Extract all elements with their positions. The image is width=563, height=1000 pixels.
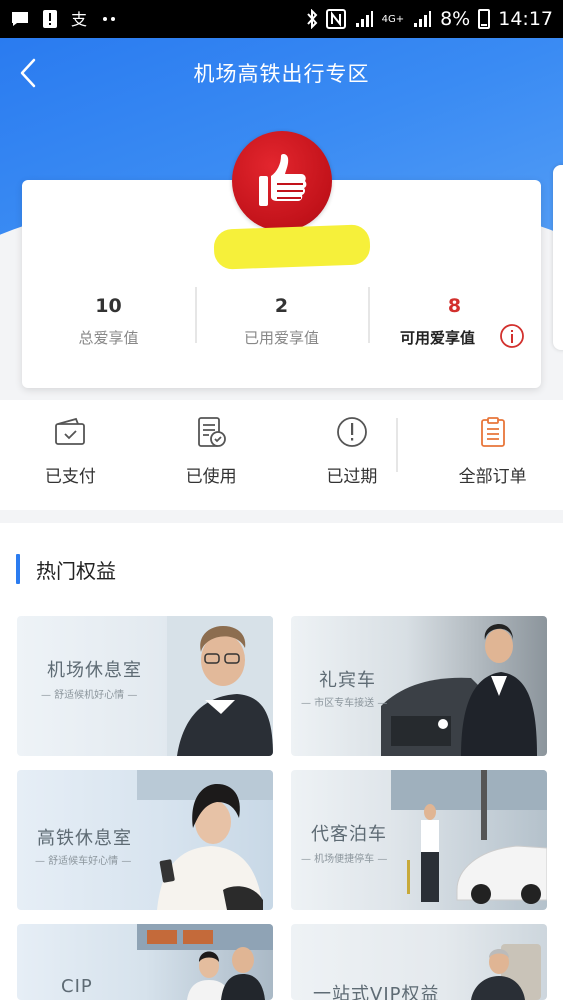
dots-icon: [103, 17, 115, 21]
battery-percent: 8%: [440, 8, 471, 30]
stat-used-label: 已用爱享值: [243, 329, 319, 347]
tile-cip-title: CIP: [61, 976, 93, 997]
tile-vip-package[interactable]: 一站式VIP权益: [291, 924, 547, 1000]
stat-used-value: 2: [274, 295, 289, 317]
businesswoman-photo: [137, 770, 273, 910]
order-all-label: 全部订单: [458, 467, 527, 487]
tile-airport-lounge-title: 机场休息室: [47, 660, 142, 681]
tile-valet-parking-subtitle: — 机场便捷停车 —: [301, 854, 388, 865]
tile-rail-lounge-subtitle: — 舒适候车好心情 —: [35, 856, 132, 867]
tile-airport-lounge-subtitle: — 舒适候机好心情 —: [41, 690, 138, 701]
tile-airport-lounge[interactable]: 机场休息室 — 舒适候机好心情 —: [17, 616, 273, 756]
vip-traveler-photo: [471, 944, 541, 1000]
clock: 14:17: [498, 8, 553, 30]
order-all[interactable]: 全部订单: [422, 400, 563, 510]
svg-text:支: 支: [71, 10, 87, 29]
order-paid[interactable]: 已支付: [0, 400, 141, 510]
stat-available-value: 8: [447, 295, 462, 317]
stat-total-value: 10: [95, 295, 122, 317]
tile-limousine-title: 礼宾车: [319, 670, 376, 691]
order-shortcuts: 已支付 已使用 已过期 全部订单: [0, 400, 563, 510]
clipboard-list-icon: [480, 417, 505, 447]
nfc-icon: [325, 9, 346, 29]
tile-rail-lounge[interactable]: 高铁休息室 — 舒适候车好心情 —: [17, 770, 273, 910]
section-accent-bar: [16, 554, 20, 584]
tile-rail-lounge-title: 高铁休息室: [37, 828, 132, 849]
order-expired[interactable]: 已过期: [282, 400, 423, 510]
tile-valet-parking-title: 代客泊车: [311, 824, 387, 845]
tile-limousine-subtitle: — 市区专车接送 —: [301, 698, 388, 709]
section-header: 热门权益: [16, 553, 116, 585]
document-check-icon: [198, 417, 227, 447]
wallet-check-icon: [55, 417, 86, 445]
stat-total-label: 总爱享值: [78, 329, 139, 347]
order-paid-label: 已支付: [44, 467, 96, 487]
cip-staff-photo: [137, 924, 273, 1000]
points-stats: 10 总爱享值 2 已用爱享值 8 可用爱享值: [22, 287, 541, 355]
businessman-photo: [167, 616, 273, 756]
avatar[interactable]: [232, 131, 332, 231]
chauffeur-photo: [381, 624, 537, 756]
bluetooth-icon: [306, 9, 317, 29]
network-type: 4G+: [381, 13, 405, 25]
order-expired-label: 已过期: [326, 467, 378, 487]
stat-available-label: 可用爱享值: [399, 329, 475, 347]
signal-icon: [355, 11, 373, 27]
exclamation-circle-icon: [336, 417, 367, 447]
valet-photo: [391, 770, 547, 904]
battery-icon: [478, 9, 491, 29]
stat-available[interactable]: 8 可用爱享值: [368, 287, 541, 355]
signal-icon: [414, 11, 432, 27]
side-panel-edge: [553, 165, 563, 350]
divider: [396, 418, 398, 472]
status-bar: 支 4G+ 8% 14:17: [0, 0, 563, 38]
order-used-label: 已使用: [185, 467, 237, 487]
alipay-icon: 支: [71, 10, 87, 29]
tile-vip-package-title: 一站式VIP权益: [313, 984, 440, 1000]
hot-benefits-section: 热门权益 机场休息室 — 舒适候机好心情 — 礼宾车 — 市区专车接送 — 高铁…: [0, 523, 563, 1000]
thumbs-up-icon: [259, 153, 307, 206]
stat-used[interactable]: 2 已用爱享值: [195, 287, 368, 355]
info-icon[interactable]: [499, 323, 525, 349]
order-used[interactable]: 已使用: [141, 400, 282, 510]
tile-cip[interactable]: CIP: [17, 924, 273, 1000]
tile-limousine[interactable]: 礼宾车 — 市区专车接送 —: [291, 616, 547, 756]
redacted-username: [213, 224, 371, 270]
tile-valet-parking[interactable]: 代客泊车 — 机场便捷停车 —: [291, 770, 547, 910]
page-title: 机场高铁出行专区: [193, 62, 370, 86]
section-title: 热门权益: [36, 558, 116, 583]
message-icon: [12, 12, 28, 26]
alert-icon: [43, 10, 57, 28]
stat-total[interactable]: 10 总爱享值: [22, 287, 195, 355]
